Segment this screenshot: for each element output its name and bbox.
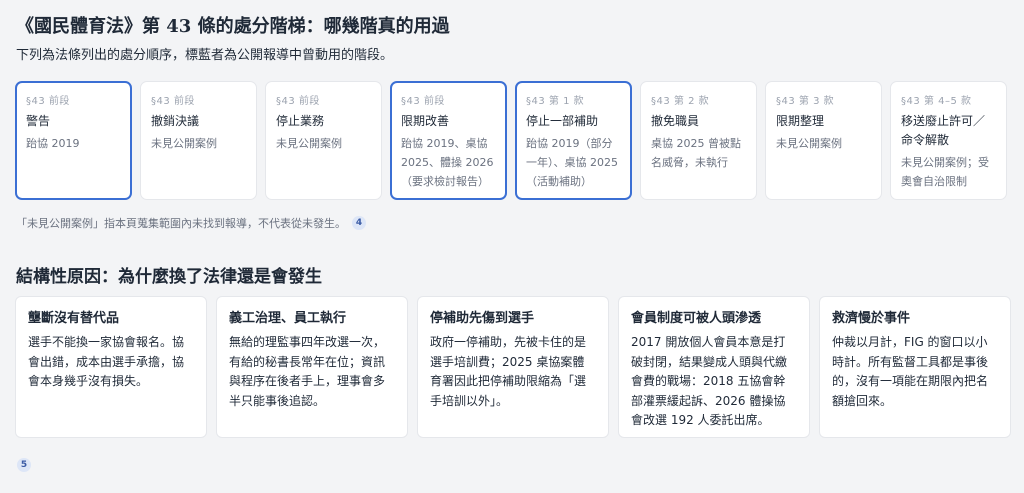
cause-card: 停補助先傷到選手 政府一停補助，先被卡住的是選手培訓費；2025 桌協案體育署因… bbox=[417, 296, 609, 438]
step-tag: §43 第 3 款 bbox=[776, 96, 835, 107]
cause-title: 會員制度可被人頭滲透 bbox=[631, 311, 762, 326]
section-title: 結構性原因：為什麼換了法律還是會發生 bbox=[16, 267, 322, 287]
cause-card: 壟斷沒有替代品 選手不能換一家協會報名。協會出錯，成本由選手承擔，協會本身幾乎沒… bbox=[15, 296, 207, 438]
step-note: 跆協 2019（部分一年）、桌協 2025（活動補助） bbox=[526, 137, 618, 188]
cause-title: 停補助先傷到選手 bbox=[430, 311, 535, 326]
page-subtitle: 下列為法條列出的處分順序，標藍者為公開報導中曾動用的階段。 bbox=[16, 48, 394, 63]
step-card: §43 第 2 款 撤免職員 桌協 2025 曾被點名威脅，未執行 bbox=[640, 81, 757, 200]
cause-body: 無給的理監事四年改選一次，有給的秘書長常年在位；資訊與程序在後者手上，理事會多半… bbox=[229, 335, 386, 408]
step-tag: §43 前段 bbox=[26, 96, 70, 107]
step-name: 停止一部補助 bbox=[526, 114, 599, 128]
step-card: §43 第 4–5 款 移送廢止許可／命令解散 未見公開案例；受奧會自治限制 bbox=[890, 81, 1007, 200]
section-badge: 5 bbox=[17, 458, 31, 472]
cause-title: 壟斷沒有替代品 bbox=[28, 311, 120, 326]
cause-body: 2017 開放個人會員本意是打破封閉，結果變成人頭與代繳會費的戰場：2018 五… bbox=[631, 335, 788, 427]
step-tag: §43 前段 bbox=[401, 96, 445, 107]
step-name: 限期改善 bbox=[401, 114, 450, 128]
cause-body: 選手不能換一家協會報名。協會出錯，成本由選手承擔，協會本身幾乎沒有損失。 bbox=[28, 335, 185, 388]
causes-list: 壟斷沒有替代品 選手不能換一家協會報名。協會出錯，成本由選手承擔，協會本身幾乎沒… bbox=[15, 296, 1011, 438]
penalty-ladder: §43 前段 警告 跆協 2019 §43 前段 撤銷決議 未見公開案例 §43… bbox=[15, 81, 1007, 200]
step-tag: §43 第 1 款 bbox=[526, 96, 585, 107]
step-name: 撤免職員 bbox=[651, 114, 700, 128]
step-note: 未見公開案例 bbox=[276, 137, 342, 150]
step-card: §43 第 3 款 限期整理 未見公開案例 bbox=[765, 81, 882, 200]
step-note: 桌協 2025 曾被點名威脅，未執行 bbox=[651, 137, 741, 169]
step-tag: §43 第 4–5 款 bbox=[901, 96, 972, 107]
step-card: §43 前段 撤銷決議 未見公開案例 bbox=[140, 81, 257, 200]
step-note: 跆協 2019、桌協 2025、體操 2026（要求檢討報告） bbox=[401, 137, 494, 188]
step-card: §43 前段 警告 跆協 2019 bbox=[15, 81, 132, 200]
step-name: 警告 bbox=[26, 114, 51, 128]
step-note: 未見公開案例；受奧會自治限制 bbox=[901, 156, 989, 188]
cause-body: 政府一停補助，先被卡住的是選手培訓費；2025 桌協案體育署因此把停補助限縮為「… bbox=[430, 335, 587, 408]
step-name: 撤銷決議 bbox=[151, 114, 200, 128]
cause-card: 會員制度可被人頭滲透 2017 開放個人會員本意是打破封閉，結果變成人頭與代繳會… bbox=[618, 296, 810, 438]
step-note: 跆協 2019 bbox=[26, 137, 80, 150]
cause-card: 救濟慢於事件 仲裁以月計，FIG 的窗口以小時計。所有監督工具都是事後的，沒有一… bbox=[819, 296, 1011, 438]
footnote-badge: 4 bbox=[352, 216, 366, 230]
page-title: 《國民體育法》第 43 條的處分階梯：哪幾階真的用過 bbox=[16, 16, 450, 37]
step-name: 限期整理 bbox=[776, 114, 825, 128]
cause-body: 仲裁以月計，FIG 的窗口以小時計。所有監督工具都是事後的，沒有一項能在期限內把… bbox=[832, 335, 989, 408]
step-tag: §43 前段 bbox=[276, 96, 320, 107]
step-tag: §43 第 2 款 bbox=[651, 96, 710, 107]
footnote: 「未見公開案例」指本頁蒐集範圍內未找到報導，不代表從未發生。 4 bbox=[16, 215, 366, 231]
step-note: 未見公開案例 bbox=[776, 137, 842, 150]
cause-title: 義工治理、員工執行 bbox=[229, 311, 347, 326]
cause-title: 救濟慢於事件 bbox=[832, 311, 911, 326]
step-note: 未見公開案例 bbox=[151, 137, 217, 150]
footnote-text: 「未見公開案例」指本頁蒐集範圍內未找到報導，不代表從未發生。 bbox=[16, 217, 346, 230]
step-name: 停止業務 bbox=[276, 114, 325, 128]
bottom-badge-wrap: 5 bbox=[17, 452, 31, 472]
step-name: 移送廢止許可／命令解散 bbox=[901, 114, 986, 147]
step-card: §43 第 1 款 停止一部補助 跆協 2019（部分一年）、桌協 2025（活… bbox=[515, 81, 632, 200]
step-card: §43 前段 限期改善 跆協 2019、桌協 2025、體操 2026（要求檢討… bbox=[390, 81, 507, 200]
step-card: §43 前段 停止業務 未見公開案例 bbox=[265, 81, 382, 200]
cause-card: 義工治理、員工執行 無給的理監事四年改選一次，有給的秘書長常年在位；資訊與程序在… bbox=[216, 296, 408, 438]
step-tag: §43 前段 bbox=[151, 96, 195, 107]
